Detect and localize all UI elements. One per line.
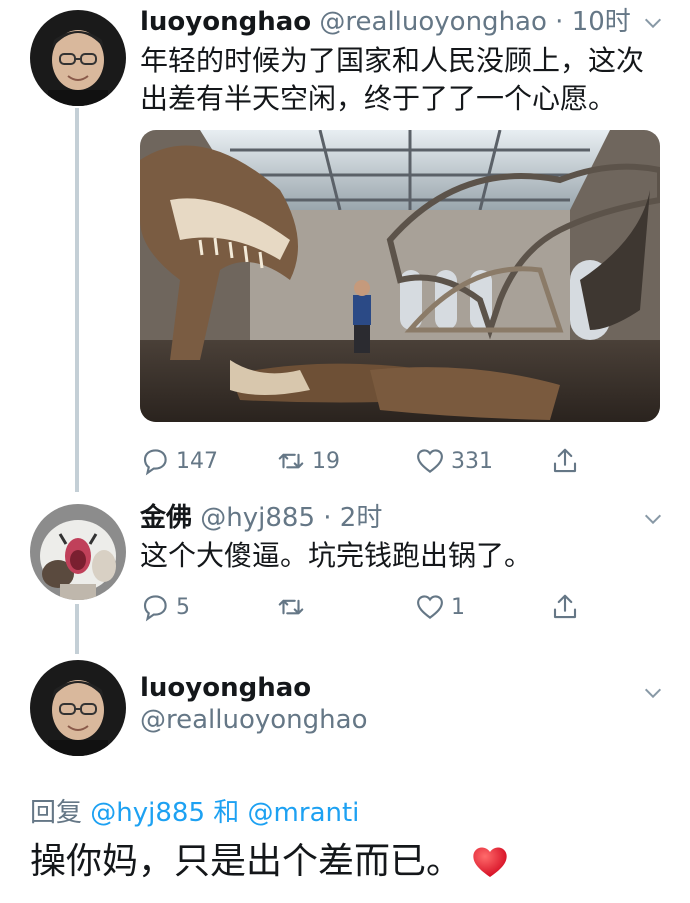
tweet3-author-name[interactable]: luoyonghao	[140, 673, 311, 703]
avatar-hyj885[interactable]	[30, 504, 126, 600]
tweet1-header: luoyonghao @realluoyonghao · 10时	[140, 6, 631, 38]
tweet2-text: 这个大傻逼。坑完钱跑出锅了。	[140, 539, 533, 572]
mention-mranti[interactable]: @mranti	[248, 798, 360, 828]
share-icon	[553, 594, 577, 619]
tweet1-retweet-button[interactable]: 19	[276, 443, 340, 479]
tweet2-timestamp[interactable]: 2时	[340, 503, 383, 533]
heart-outline-icon	[417, 595, 443, 619]
heart-emoji-icon	[473, 847, 507, 877]
thread-line-1	[75, 108, 79, 492]
tweet2-actions: 5 1	[140, 589, 610, 625]
chevron-down-icon[interactable]	[642, 682, 664, 704]
tweet1-separator: ·	[555, 7, 564, 37]
tweet2-reply-count: 5	[176, 594, 190, 620]
tweet2-like-count: 1	[451, 594, 465, 620]
tweet2-header: 金佛 @hyj885 · 2时	[140, 502, 382, 534]
tweet2-like-button[interactable]: 1	[415, 589, 465, 625]
tweet2-author-handle[interactable]: @hyj885	[200, 503, 315, 533]
tweet1-retweet-count: 19	[312, 448, 340, 474]
reply-to-label: 回复	[30, 798, 83, 828]
tweet2-reply-button[interactable]: 5	[140, 589, 190, 625]
tweet1-reply-button[interactable]: 147	[140, 443, 218, 479]
tweet3-text: 操你妈，只是出个差而已。	[30, 838, 510, 886]
tweet1-actions: 147 19 331	[140, 443, 610, 479]
tweet1-text-line1: 年轻的时候为了国家和人民没顾上，这次	[140, 44, 645, 77]
mention-hyj885[interactable]: @hyj885	[90, 798, 205, 828]
tweet1-text-line2: 出差有半天空闲，终于了了一个心愿。	[140, 82, 617, 115]
tweet1-like-button[interactable]: 331	[415, 443, 493, 479]
tweet1-author-handle[interactable]: @realluoyonghao	[319, 7, 546, 37]
reply-context: 回复 @hyj885 和 @mranti	[30, 792, 359, 829]
tweet2-author-name[interactable]: 金佛	[140, 503, 192, 533]
tweet2-separator: ·	[323, 503, 332, 533]
tweet2-retweet-button[interactable]	[276, 589, 306, 625]
tweet1-timestamp[interactable]: 10时	[572, 7, 631, 37]
reply-icon	[143, 595, 167, 622]
tweet1-author-name[interactable]: luoyonghao	[140, 7, 311, 37]
tweet1-reply-count: 147	[176, 448, 218, 474]
avatar-luoyonghao-focused[interactable]	[30, 660, 126, 756]
reply-and-label: 和	[213, 798, 240, 828]
chevron-down-icon[interactable]	[642, 12, 664, 34]
avatar-luoyonghao[interactable]	[30, 10, 126, 106]
tweet3-author-handle[interactable]: @realluoyonghao	[140, 705, 367, 735]
tweet1-photo[interactable]	[140, 130, 660, 422]
tweet3-text-content: 操你妈，只是出个差而已。	[30, 841, 463, 882]
retweet-icon	[278, 599, 304, 615]
heart-outline-icon	[417, 449, 443, 473]
tweet1-text: 年轻的时候为了国家和人民没顾上，这次 出差有半天空闲，终于了了一个心愿。	[140, 42, 660, 118]
tweet1-share-button[interactable]	[550, 443, 580, 479]
share-icon	[553, 448, 577, 473]
thread-line-2	[75, 604, 79, 654]
tweet1-like-count: 331	[451, 448, 493, 474]
retweet-icon	[278, 453, 304, 469]
tweet2-share-button[interactable]	[550, 589, 580, 625]
chevron-down-icon[interactable]	[642, 508, 664, 530]
reply-icon	[143, 449, 167, 476]
